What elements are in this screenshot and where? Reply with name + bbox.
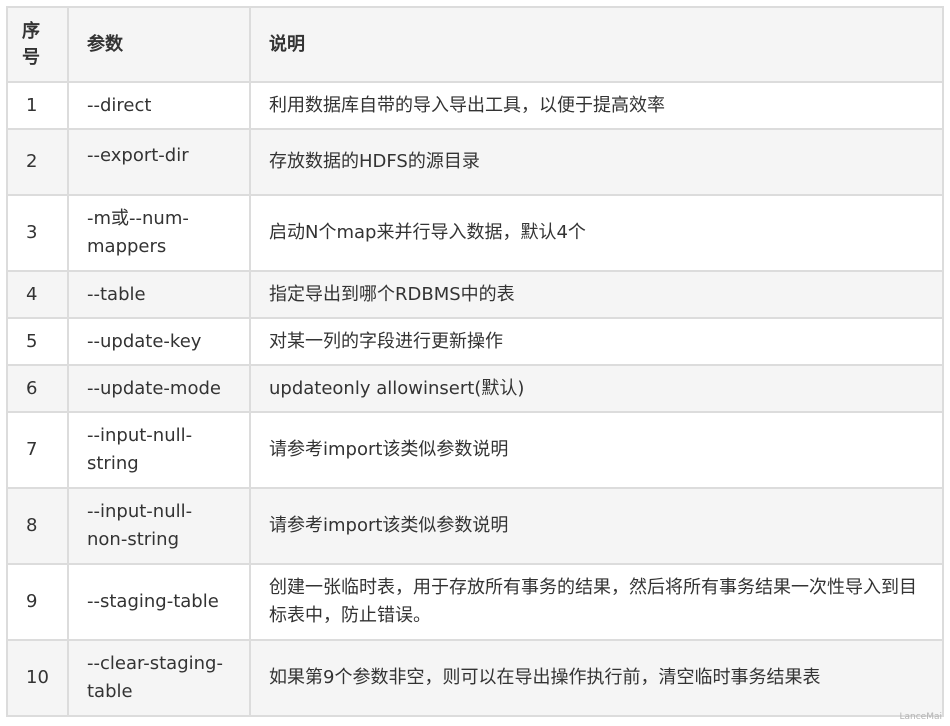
row-description: 请参考import该类似参数说明: [249, 411, 944, 489]
table-row: 7 --input-null-string 请参考import该类似参数说明: [6, 411, 944, 489]
row-description: 请参考import该类似参数说明: [249, 487, 944, 565]
header-number: 序号: [6, 6, 69, 83]
row-parameter: --update-mode: [67, 364, 251, 413]
table-row: 3 -m或--num-mappers 启动N个map来并行导入数据，默认4个: [6, 194, 944, 272]
row-number: 8: [6, 487, 69, 565]
row-number: 9: [6, 563, 69, 641]
row-parameter: -m或--num-mappers: [67, 194, 251, 272]
row-number: 3: [6, 194, 69, 272]
header-description: 说明: [249, 6, 944, 83]
parameter-table: 序号 参数 说明 1 --direct 利用数据库自带的导入导出工具，以便于提高…: [6, 6, 944, 717]
row-description: 如果第9个参数非空，则可以在导出操作执行前，清空临时事务结果表: [249, 639, 944, 717]
table-row: 10 --clear-staging-table 如果第9个参数非空，则可以在导…: [6, 639, 944, 717]
table-row: 9 --staging-table 创建一张临时表，用于存放所有事务的结果，然后…: [6, 563, 944, 641]
row-parameter: --clear-staging-table: [67, 639, 251, 717]
table-row: 5 --update-key 对某一列的字段进行更新操作: [6, 317, 944, 366]
row-number: 4: [6, 270, 69, 319]
table-row: 4 --table 指定导出到哪个RDBMS中的表: [6, 270, 944, 319]
row-number: 5: [6, 317, 69, 366]
row-parameter: --table: [67, 270, 251, 319]
row-parameter: --input-null-string: [67, 411, 251, 489]
row-description: updateonly allowinsert(默认): [249, 364, 944, 413]
row-number: 7: [6, 411, 69, 489]
table-header-row: 序号 参数 说明: [6, 6, 944, 83]
row-description: 对某一列的字段进行更新操作: [249, 317, 944, 366]
watermark: LanceMai: [899, 712, 943, 722]
row-description: 创建一张临时表，用于存放所有事务的结果，然后将所有事务结果一次性导入到目标表中，…: [249, 563, 944, 641]
row-parameter: --staging-table: [67, 563, 251, 641]
table-row: 8 --input-null-non-string 请参考import该类似参数…: [6, 487, 944, 565]
row-number: 10: [6, 639, 69, 717]
row-description: 存放数据的HDFS的源目录: [249, 128, 944, 196]
row-description: 启动N个map来并行导入数据，默认4个: [249, 194, 944, 272]
row-parameter: --update-key: [67, 317, 251, 366]
row-description: 指定导出到哪个RDBMS中的表: [249, 270, 944, 319]
table-row: 1 --direct 利用数据库自带的导入导出工具，以便于提高效率: [6, 81, 944, 130]
header-parameter: 参数: [67, 6, 251, 83]
row-number: 6: [6, 364, 69, 413]
table-row: 6 --update-mode updateonly allowinsert(默…: [6, 364, 944, 413]
row-parameter: --export-dir: [67, 128, 251, 196]
row-parameter: --direct: [67, 81, 251, 130]
row-number: 1: [6, 81, 69, 130]
row-parameter: --input-null-non-string: [67, 487, 251, 565]
row-description: 利用数据库自带的导入导出工具，以便于提高效率: [249, 81, 944, 130]
row-number: 2: [6, 128, 69, 196]
table-row: 2 --export-dir 存放数据的HDFS的源目录: [6, 128, 944, 196]
